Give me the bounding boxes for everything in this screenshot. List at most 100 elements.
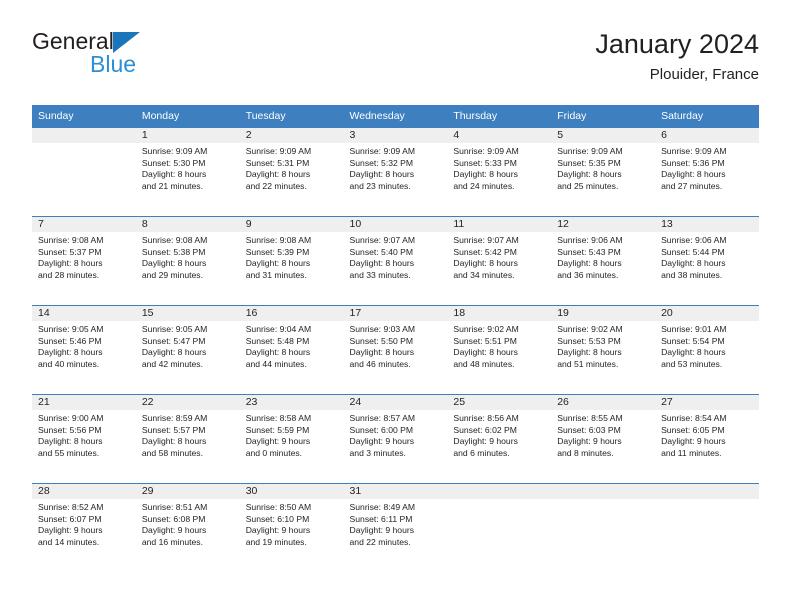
daylight-text-line1: Daylight: 8 hours [141, 347, 207, 358]
brand-logo[interactable]: General Blue [32, 28, 252, 88]
calendar-page: General Blue January 2024 Plouider, Fran… [0, 0, 792, 612]
calendar-day-cell[interactable]: 2 Sunrise: 9:09 AM Sunset: 5:31 PM Daylight… [239, 127, 344, 217]
day-number: 11 [447, 217, 552, 232]
page-title: January 2024 [595, 29, 759, 59]
weekday-header-row: Sunday Monday Tuesday Wednesday Thursday Frid… [32, 105, 759, 128]
calendar-day-cell[interactable]: 10 Sunrise: 9:07 AM Sunset: 5:40 PM Dayligh… [343, 216, 448, 306]
day-number: 16 [239, 306, 344, 321]
day-number: 9 [239, 217, 344, 232]
calendar-day-cell[interactable]: 9 Sunrise: 9:08 AM Sunset: 5:39 PM Daylight… [239, 216, 344, 306]
daylight-text-line2: and 46 minutes. [349, 358, 411, 369]
calendar-day-cell[interactable]: 19 Sunrise: 9:02 AM Sunset: 5:53 PM Dayligh… [551, 305, 656, 395]
calendar-day-cell[interactable]: 4 Sunrise: 9:09 AM Sunset: 5:33 PM Daylight… [447, 127, 552, 217]
calendar-day-cell[interactable]: 17 Sunrise: 9:03 AM Sunset: 5:50 PM Dayligh… [343, 305, 448, 395]
daylight-text-line2: and 31 minutes. [245, 269, 307, 280]
sunrise-text: Sunrise: 9:08 AM [245, 235, 312, 245]
calendar-day-cell[interactable]: 30 Sunrise: 8:50 AM Sunset: 6:10 PM Dayligh… [239, 483, 344, 572]
calendar-day-cell[interactable]: 31 Sunrise: 8:49 AM Sunset: 6:11 PM Dayligh… [343, 483, 448, 572]
day-number: 17 [343, 306, 448, 321]
daylight-text-line2: and 42 minutes. [141, 358, 203, 369]
calendar-day-cell[interactable]: 25 Sunrise: 8:56 AM Sunset: 6:02 PM Dayligh… [447, 394, 552, 484]
daylight-text-line1: Daylight: 8 hours [661, 347, 726, 358]
weekday-header-monday: Monday [135, 105, 240, 128]
daylight-text-line1: Daylight: 8 hours [141, 169, 207, 180]
calendar-day-cell[interactable]: 3 Sunrise: 9:09 AM Sunset: 5:32 PM Daylight… [343, 127, 448, 217]
calendar-day-cell[interactable]: 22 Sunrise: 8:59 AM Sunset: 5:57 PM Dayligh… [135, 394, 240, 484]
calendar-day-cell[interactable]: 14 Sunrise: 9:05 AM Sunset: 5:46 PM Dayligh… [32, 305, 136, 395]
sunset-text: Sunset: 5:37 PM [38, 246, 102, 257]
sunrise-text: Sunrise: 8:54 AM [661, 413, 727, 423]
daylight-text-line2: and 22 minutes. [349, 536, 411, 547]
calendar-day-cell[interactable]: 27 Sunrise: 8:54 AM Sunset: 6:05 PM Dayligh… [655, 394, 759, 484]
weekday-header-tuesday: Tuesday [239, 105, 344, 128]
day-number: 28 [32, 484, 136, 499]
calendar-day-cell[interactable]: 16 Sunrise: 9:04 AM Sunset: 5:48 PM Dayligh… [239, 305, 344, 395]
day-details: Sunrise: 9:09 AM Sunset: 5:35 PM Daylight:… [551, 143, 655, 192]
day-number: 25 [447, 395, 552, 410]
day-number: 1 [135, 128, 240, 143]
triangle-logo-icon [112, 32, 140, 53]
calendar-day-cell[interactable]: 23 Sunrise: 8:58 AM Sunset: 5:59 PM Dayligh… [239, 394, 344, 484]
calendar-day-cell[interactable]: 21 Sunrise: 9:00 AM Sunset: 5:56 PM Dayligh… [32, 394, 136, 484]
daylight-text-line2: and 8 minutes. [557, 447, 614, 458]
day-details: Sunrise: 9:08 AM Sunset: 5:39 PM Daylight:… [240, 232, 344, 281]
daylight-text-line1: Daylight: 8 hours [349, 347, 415, 358]
daylight-text-line1: Daylight: 8 hours [245, 258, 311, 269]
daylight-text-line2: and 6 minutes. [453, 447, 510, 458]
calendar-day-cell[interactable]: 15 Sunrise: 9:05 AM Sunset: 5:47 PM Dayligh… [135, 305, 240, 395]
sunset-text: Sunset: 5:59 PM [245, 424, 310, 435]
sunset-text: Sunset: 5:54 PM [661, 335, 725, 346]
daylight-text-line2: and 21 minutes. [141, 180, 203, 191]
calendar-day-cell[interactable]: 26 Sunrise: 8:55 AM Sunset: 6:03 PM Dayligh… [551, 394, 656, 484]
sunrise-text: Sunrise: 9:05 AM [141, 324, 208, 334]
day-number: 22 [135, 395, 240, 410]
calendar-day-cell[interactable]: 28 Sunrise: 8:52 AM Sunset: 6:07 PM Dayligh… [32, 483, 136, 572]
calendar-day-cell[interactable]: 18 Sunrise: 9:02 AM Sunset: 5:51 PM Dayligh… [447, 305, 552, 395]
calendar-day-cell[interactable]: 29 Sunrise: 8:51 AM Sunset: 6:08 PM Dayligh… [135, 483, 240, 572]
daylight-text-line2: and 44 minutes. [245, 358, 307, 369]
page-subtitle: Plouider, France [649, 66, 759, 83]
day-number: 5 [551, 128, 656, 143]
calendar-day-cell[interactable]: 24 Sunrise: 8:57 AM Sunset: 6:00 PM Dayligh… [343, 394, 448, 484]
sunset-text: Sunset: 5:30 PM [141, 157, 206, 168]
calendar-day-cell[interactable]: 8 Sunrise: 9:08 AM Sunset: 5:38 PM Daylight… [135, 216, 240, 306]
day-details: Sunrise: 8:54 AM Sunset: 6:05 PM Daylight:… [655, 410, 759, 459]
sunrise-text: Sunrise: 9:04 AM [245, 324, 312, 334]
day-number: 20 [655, 306, 759, 321]
calendar-day-cell[interactable]: 20 Sunrise: 9:01 AM Sunset: 5:54 PM Dayligh… [655, 305, 759, 395]
daylight-text-line1: Daylight: 9 hours [453, 436, 518, 447]
brand-logo-top-row: General [32, 28, 252, 54]
day-details: Sunrise: 9:07 AM Sunset: 5:40 PM Daylight:… [344, 232, 448, 281]
sunset-text: Sunset: 5:42 PM [453, 246, 517, 257]
day-details: Sunrise: 9:05 AM Sunset: 5:46 PM Daylight:… [32, 321, 136, 370]
calendar-day-cell[interactable]: 5 Sunrise: 9:09 AM Sunset: 5:35 PM Daylight… [551, 127, 656, 217]
sunrise-text: Sunrise: 8:57 AM [349, 413, 415, 423]
day-details: Sunrise: 8:56 AM Sunset: 6:02 PM Daylight:… [447, 410, 551, 459]
day-number: 24 [343, 395, 448, 410]
daylight-text-line2: and 27 minutes. [661, 180, 723, 191]
sunrise-text: Sunrise: 9:06 AM [661, 235, 727, 245]
sunset-text: Sunset: 6:08 PM [141, 513, 206, 524]
calendar-day-cell[interactable]: 6 Sunrise: 9:09 AM Sunset: 5:36 PM Daylight… [655, 127, 759, 217]
daylight-text-line2: and 38 minutes. [661, 269, 723, 280]
sunset-text: Sunset: 6:02 PM [453, 424, 517, 435]
day-details: Sunrise: 9:09 AM Sunset: 5:36 PM Daylight:… [655, 143, 759, 192]
day-details: Sunrise: 8:52 AM Sunset: 6:07 PM Daylight:… [32, 499, 136, 548]
daylight-text-line1: Daylight: 8 hours [141, 258, 207, 269]
calendar-day-cell[interactable]: 11 Sunrise: 9:07 AM Sunset: 5:42 PM Dayligh… [447, 216, 552, 306]
sunrise-text: Sunrise: 9:07 AM [453, 235, 519, 245]
sunset-text: Sunset: 5:38 PM [141, 246, 206, 257]
calendar-day-cell[interactable]: 7 Sunrise: 9:08 AM Sunset: 5:37 PM Daylight… [32, 216, 136, 306]
calendar-day-cell[interactable]: 12 Sunrise: 9:06 AM Sunset: 5:43 PM Dayligh… [551, 216, 656, 306]
sunrise-text: Sunrise: 9:02 AM [453, 324, 519, 334]
calendar-week-row: 28 Sunrise: 8:52 AM Sunset: 6:07 PM Dayligh… [32, 483, 759, 572]
day-number: 15 [135, 306, 240, 321]
calendar-day-cell[interactable]: 1 Sunrise: 9:09 AM Sunset: 5:30 PM Daylight… [135, 127, 240, 217]
daylight-text-line1: Daylight: 9 hours [349, 525, 415, 536]
day-number [655, 484, 759, 499]
sunset-text: Sunset: 5:47 PM [141, 335, 206, 346]
sunrise-text: Sunrise: 8:50 AM [245, 502, 312, 512]
daylight-text-line2: and 25 minutes. [557, 180, 619, 191]
day-details: Sunrise: 9:07 AM Sunset: 5:42 PM Daylight:… [447, 232, 551, 281]
calendar-day-cell[interactable]: 13 Sunrise: 9:06 AM Sunset: 5:44 PM Dayligh… [655, 216, 759, 306]
